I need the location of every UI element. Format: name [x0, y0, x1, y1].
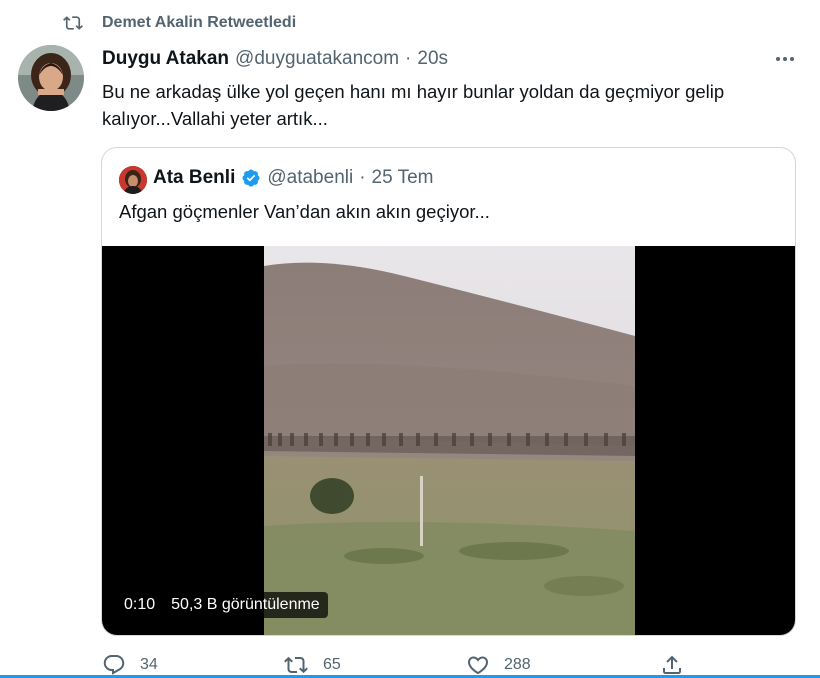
retweet-context-label[interactable]: Demet Akalin Retweetledi: [102, 14, 296, 32]
tweet-text: Bu ne arkadaş ülke yol geçen hanı mı hay…: [102, 81, 725, 129]
reply-icon: [103, 655, 125, 675]
quoted-author-name[interactable]: Ata Benli: [153, 167, 235, 189]
verified-badge-icon: [241, 168, 261, 188]
quoted-author-handle[interactable]: @atabenli: [267, 167, 353, 189]
avatar[interactable]: [18, 45, 84, 111]
author-name[interactable]: Duygu Atakan: [102, 48, 229, 70]
separator-dot: ·: [405, 48, 412, 69]
quoted-tweet-time[interactable]: 25 Tem: [372, 167, 434, 189]
tweet-header: Duygu Atakan @duyguatakancom · 20s: [102, 48, 448, 70]
author-handle[interactable]: @duyguatakancom: [235, 48, 399, 70]
video-info-badge: 0:10 50,3 B görüntülenme: [116, 592, 328, 618]
retweet-icon: [284, 656, 308, 674]
video-views: 50,3 B görüntülenme: [171, 596, 320, 613]
video-duration: 0:10: [124, 596, 156, 613]
video-player[interactable]: 0:10 50,3 B görüntülenme: [102, 246, 795, 635]
quoted-header: Ata Benli @atabenli · 25 Tem: [153, 167, 434, 189]
retweet-count: 65: [323, 656, 341, 673]
separator-dot: ·: [359, 167, 366, 188]
video-frame: [264, 246, 635, 635]
heart-icon: [467, 656, 489, 675]
share-icon: [663, 655, 681, 674]
quoted-tweet[interactable]: Ata Benli @atabenli · 25 Tem Afgan göçme…: [101, 147, 796, 636]
retweet-icon: [63, 16, 83, 30]
tweet-time[interactable]: 20s: [417, 48, 448, 70]
quoted-avatar[interactable]: [119, 166, 147, 194]
like-count: 288: [504, 656, 531, 673]
reply-count: 34: [140, 656, 158, 673]
more-icon[interactable]: [770, 48, 800, 70]
quoted-tweet-text: Afgan göçmenler Van’dan akın akın geçiyo…: [119, 201, 490, 222]
